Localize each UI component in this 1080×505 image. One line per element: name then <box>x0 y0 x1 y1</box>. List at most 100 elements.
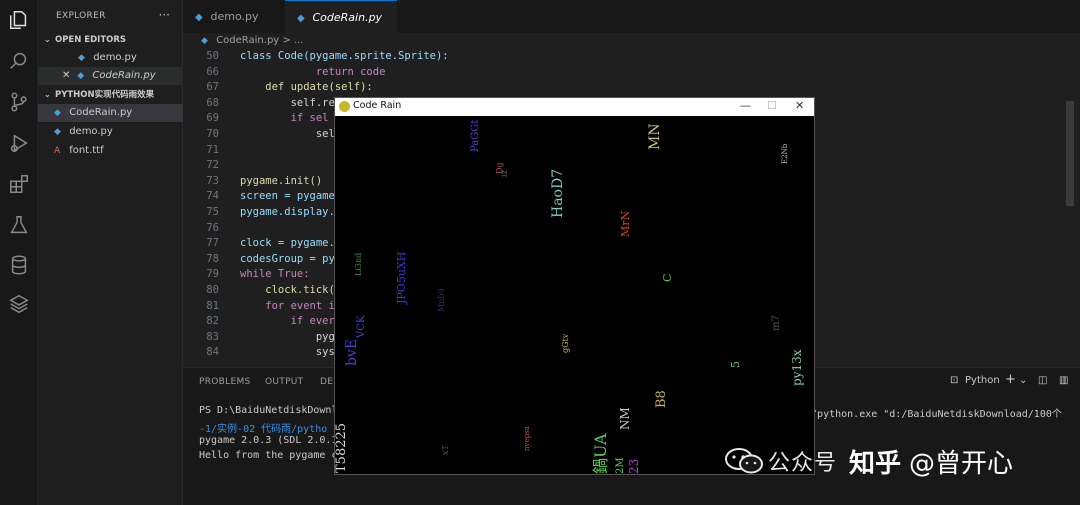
rain-glyph: py13x <box>790 349 804 387</box>
open-editors-section[interactable]: ⌄ OPEN EDITORS <box>38 31 183 49</box>
open-editor-item[interactable]: ◆ demo.py <box>38 49 183 67</box>
python-file-icon: ◆ <box>54 108 61 118</box>
breadcrumb-text: CodeRain.py > ... <box>216 35 304 46</box>
pygame-window[interactable]: Code Rain — ☐ ✕ PaGGt Dg 3Z MN HaoD7 E2Nb MrN C… <box>334 97 815 475</box>
rain-glyph: B8 <box>654 390 669 408</box>
zhihu-logo-text: 知乎 <box>849 448 902 479</box>
code-text: for event i <box>240 299 335 312</box>
terminal-line: a3/python.exe "d:/BaiduNetdiskDownload/1… <box>799 409 1062 420</box>
explorer-sidebar: EXPLORER ··· ⌄ OPEN EDITORS ◆ demo.py ✕ … <box>38 0 183 505</box>
tab-problems[interactable]: PROBLEMS <box>199 377 251 387</box>
rain-glyph: bvE <box>344 338 360 366</box>
rain-glyph: nyepsa <box>523 426 531 451</box>
file-label: font.ttf <box>69 145 104 156</box>
file-item[interactable]: ◆ demo.py <box>38 123 183 141</box>
code-text: clock = pygame. <box>240 237 335 250</box>
code-text: sys <box>240 346 335 359</box>
line-number: 71 <box>206 143 219 156</box>
file-item[interactable]: ◆ CodeRain.py <box>38 104 183 122</box>
search-icon[interactable] <box>7 49 31 73</box>
chevron-down-icon[interactable]: ⌄ <box>1019 375 1027 386</box>
python-file-icon: ◆ <box>195 12 203 23</box>
line-number: 74 <box>206 190 219 203</box>
minimap[interactable] <box>1066 101 1074 206</box>
code-text: if sel <box>240 112 329 125</box>
pygame-logo-icon <box>339 101 350 112</box>
code-rain-canvas[interactable]: PaGGt Dg 3Z MN HaoD7 E2Nb MrN C Li3nd JPO5uXH bvE V… <box>335 116 814 474</box>
tab-output[interactable]: OUTPUT <box>265 377 303 387</box>
new-terminal-button[interactable]: + <box>1005 372 1016 387</box>
tab-coderain-py[interactable]: ◆ CodeRain.py ✕ <box>285 0 397 58</box>
source-control-icon[interactable] <box>7 90 31 114</box>
python-file-icon: ◆ <box>297 13 305 24</box>
rain-glyph: 3Z <box>502 170 509 178</box>
layers-icon[interactable] <box>7 292 31 316</box>
open-editors-label: OPEN EDITORS <box>54 35 127 45</box>
file-item[interactable]: A font.ttf <box>38 142 183 160</box>
line-number: 73 <box>206 174 219 187</box>
breadcrumb[interactable]: ◆ CodeRain.py > ... <box>183 33 1080 49</box>
code-text: self.re <box>240 96 335 109</box>
explorer-icon[interactable] <box>7 8 31 32</box>
open-editor-label: CodeRain.py <box>92 70 156 81</box>
terminal-line: pygame 2.0.3 (SDL 2.0.1 <box>199 435 338 446</box>
line-number: 79 <box>206 268 219 281</box>
rain-glyph: Mnb9 <box>437 288 446 312</box>
rain-glyph: MrN <box>619 210 632 237</box>
rain-glyph: PaGGt <box>470 119 481 152</box>
line-number: 81 <box>206 299 219 312</box>
explorer-title: EXPLORER <box>56 11 106 21</box>
code-text: clock.tick( <box>240 284 335 296</box>
file-label: demo.py <box>69 126 113 137</box>
code-text: codesGroup = py <box>240 252 335 265</box>
line-number: 67 <box>206 81 219 94</box>
chevron-down-icon: ⌄ <box>44 90 51 99</box>
line-number: 84 <box>206 346 219 359</box>
maximize-button[interactable]: ☐ <box>767 99 777 112</box>
line-number: 75 <box>206 206 219 218</box>
split-terminal-icon[interactable]: ◫ <box>1038 375 1047 386</box>
run-debug-icon[interactable] <box>7 131 31 155</box>
code-text: class Code(pygame.sprite.Sprite): <box>240 50 449 62</box>
rain-glyph: MN <box>647 123 663 150</box>
line-number: 72 <box>206 159 219 172</box>
terminal-icon[interactable]: ⊡ <box>950 375 958 386</box>
python-file-icon: ◆ <box>77 71 85 81</box>
project-folder-label: PYTHON实现代码雨效果 <box>54 90 155 100</box>
line-number: 69 <box>206 112 219 125</box>
database-icon[interactable] <box>7 253 31 277</box>
rain-glyph: 2M <box>615 457 626 474</box>
open-editor-item[interactable]: ✕ ◆ CodeRain.py <box>38 67 183 85</box>
line-number: 50 <box>206 50 219 62</box>
wechat-logo-icon <box>724 446 764 476</box>
more-actions-icon[interactable]: ··· <box>159 8 170 22</box>
code-line[interactable]: 50 class Code(pygame.sprite.Sprite): <box>183 49 1080 65</box>
line-number: 78 <box>206 252 219 265</box>
rain-glyph: E2Nb <box>781 143 789 164</box>
python-file-icon: ◆ <box>201 36 208 46</box>
rain-glyph: gGtv <box>561 333 570 353</box>
chevron-down-icon: ⌄ <box>44 35 51 44</box>
rain-glyph: VCK <box>356 315 367 338</box>
pygame-title-bar[interactable]: Code Rain — ☐ ✕ <box>335 98 814 116</box>
rain-glyph: NM <box>618 407 632 430</box>
testing-icon[interactable] <box>7 213 31 237</box>
terminal-line: PS D:\BaiduNetdiskDownl <box>199 405 338 416</box>
tab-demo-py[interactable]: ◆ demo.py <box>183 0 285 33</box>
minimize-button[interactable]: — <box>740 99 751 112</box>
close-icon[interactable]: ✕ <box>62 67 74 85</box>
close-button[interactable]: ✕ <box>795 99 804 112</box>
line-number: 68 <box>206 96 219 109</box>
file-label: CodeRain.py <box>69 107 133 118</box>
python-file-icon: ◆ <box>78 53 85 63</box>
line-number: 77 <box>206 237 219 250</box>
watermark-username: @曾开心 <box>909 448 1014 479</box>
code-line[interactable]: 66 return code <box>183 65 1080 81</box>
code-text: if ever <box>240 315 335 328</box>
extensions-icon[interactable] <box>7 172 31 196</box>
line-number: 82 <box>206 315 219 328</box>
code-line[interactable]: 67 def update(self): <box>183 80 1080 96</box>
project-folder-section[interactable]: ⌄ PYTHON实现代码雨效果 <box>38 86 183 104</box>
trash-icon[interactable]: ▥ <box>1059 375 1068 386</box>
terminal-profile-label[interactable]: Python <box>965 375 1000 386</box>
